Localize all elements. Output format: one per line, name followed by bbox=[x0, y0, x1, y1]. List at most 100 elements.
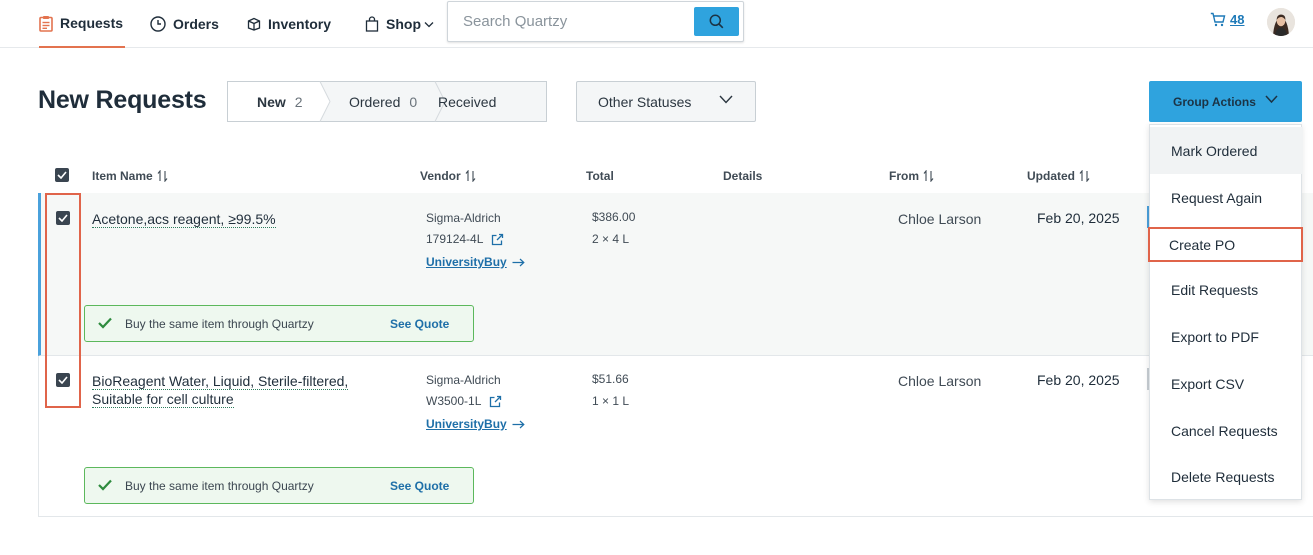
shopping-bag-icon bbox=[365, 16, 379, 32]
vendor-name: Sigma-Aldrich bbox=[426, 373, 501, 387]
page-title: New Requests bbox=[38, 86, 207, 114]
nav-inventory[interactable]: Inventory bbox=[247, 0, 331, 48]
sku-line: 179124-4L bbox=[426, 229, 504, 250]
other-statuses-label: Other Statuses bbox=[598, 93, 692, 110]
search-input[interactable] bbox=[449, 3, 689, 40]
universitybuy-link[interactable]: UniversityBuy bbox=[426, 255, 525, 269]
sku-line: W3500-1L bbox=[426, 391, 502, 412]
tab-new[interactable]: New 2 bbox=[257, 81, 303, 122]
total-price: $51.66 bbox=[592, 372, 629, 386]
avatar-image-icon bbox=[1267, 8, 1295, 36]
tab-received-label: Received bbox=[438, 93, 497, 110]
updated-header-label: Updated bbox=[1027, 169, 1075, 183]
see-quote-link[interactable]: See Quote bbox=[390, 479, 449, 493]
quartzy-offer-text: Buy the same item through Quartzy bbox=[125, 317, 314, 331]
details-header-label: Details bbox=[723, 169, 763, 183]
menu-item-cancel-requests[interactable]: Cancel Requests bbox=[1150, 407, 1303, 454]
menu-item-export-csv[interactable]: Export CSV bbox=[1150, 360, 1303, 407]
total-cell: $386.00 2 × 4 L bbox=[592, 206, 635, 250]
vendor-name: Sigma-Aldrich bbox=[426, 211, 501, 225]
updated-cell: Feb 20, 2025 bbox=[1037, 372, 1120, 388]
tab-ordered[interactable]: Ordered 0 bbox=[349, 81, 417, 122]
universitybuy-label: UniversityBuy bbox=[426, 255, 507, 269]
chevron-down-icon bbox=[424, 21, 434, 27]
arrow-right-icon bbox=[512, 420, 525, 428]
updated-cell: Feb 20, 2025 bbox=[1037, 210, 1120, 226]
check-icon bbox=[57, 171, 67, 179]
check-icon bbox=[98, 317, 112, 329]
group-actions-button[interactable]: Group Actions bbox=[1149, 81, 1302, 122]
search-button[interactable] bbox=[694, 7, 739, 36]
quartzy-offer-banner: Buy the same item through Quartzy See Qu… bbox=[84, 467, 474, 504]
universitybuy-link[interactable]: UniversityBuy bbox=[426, 417, 525, 431]
tab-ordered-count: 0 bbox=[409, 93, 418, 110]
clipboard-icon bbox=[39, 15, 53, 32]
menu-item-edit-requests[interactable]: Edit Requests bbox=[1150, 266, 1303, 313]
checkbox-highlight-frame bbox=[45, 193, 81, 408]
top-navigation: Requests Orders Inventory Shop Search Qu… bbox=[0, 0, 1313, 48]
box-icon bbox=[247, 17, 261, 31]
total-cell: $51.66 1 × 1 L bbox=[592, 368, 629, 412]
item-name-text-line2: Suitable for cell culture bbox=[92, 391, 234, 408]
clock-icon bbox=[150, 16, 166, 32]
vendor-cell: Sigma-Aldrich W3500-1L bbox=[426, 370, 502, 412]
cart-icon bbox=[1210, 12, 1226, 27]
sku-text: 179124-4L bbox=[426, 232, 484, 246]
external-link-icon[interactable] bbox=[491, 233, 504, 246]
vendor-cell: Sigma-Aldrich 179124-4L bbox=[426, 208, 504, 250]
menu-item-mark-ordered[interactable]: Mark Ordered bbox=[1150, 127, 1303, 174]
tab-new-label: New bbox=[257, 93, 286, 110]
search-icon bbox=[709, 14, 724, 29]
other-statuses-dropdown[interactable]: Other Statuses bbox=[576, 81, 756, 122]
sort-icon bbox=[923, 170, 934, 182]
menu-item-create-po[interactable]: Create PO bbox=[1148, 227, 1303, 262]
cart-button[interactable]: 48 bbox=[1210, 12, 1244, 27]
column-header-item-name[interactable]: Item Name bbox=[92, 169, 168, 183]
chevron-down-icon bbox=[1265, 95, 1278, 104]
sort-icon bbox=[1079, 170, 1090, 182]
menu-item-export-pdf[interactable]: Export to PDF bbox=[1150, 313, 1303, 360]
from-cell: Chloe Larson bbox=[898, 211, 982, 227]
nav-requests[interactable]: Requests bbox=[39, 0, 125, 48]
group-actions-label: Group Actions bbox=[1173, 94, 1256, 109]
user-avatar[interactable] bbox=[1267, 8, 1295, 36]
tab-received[interactable]: Received bbox=[438, 81, 496, 122]
column-header-updated[interactable]: Updated bbox=[1027, 169, 1090, 183]
select-all-checkbox[interactable] bbox=[55, 168, 69, 182]
nav-shop-label: Shop bbox=[386, 16, 421, 32]
total-price: $386.00 bbox=[592, 210, 636, 224]
column-header-from[interactable]: From bbox=[889, 169, 934, 183]
item-name-link[interactable]: BioReagent Water, Liquid, Sterile-filter… bbox=[92, 372, 349, 408]
see-quote-link[interactable]: See Quote bbox=[390, 317, 449, 331]
item-name-text: Acetone,acs reagent, ≥99.5% bbox=[92, 211, 276, 228]
from-cell: Chloe Larson bbox=[898, 373, 982, 389]
quartzy-offer-banner: Buy the same item through Quartzy See Qu… bbox=[84, 305, 474, 342]
quartzy-offer-text: Buy the same item through Quartzy bbox=[125, 479, 314, 493]
cart-count: 48 bbox=[1230, 12, 1245, 27]
universitybuy-label: UniversityBuy bbox=[426, 417, 507, 431]
nav-orders-label: Orders bbox=[173, 16, 219, 32]
group-actions-menu: Mark Ordered Request Again Create PO Edi… bbox=[1148, 124, 1303, 500]
external-link-icon[interactable] bbox=[489, 395, 502, 408]
vendor-header-label: Vendor bbox=[420, 169, 461, 183]
nav-shop[interactable]: Shop bbox=[365, 0, 434, 48]
column-header-vendor[interactable]: Vendor bbox=[420, 169, 476, 183]
chevron-down-icon bbox=[719, 95, 733, 104]
nav-inventory-label: Inventory bbox=[268, 16, 332, 32]
menu-item-delete-requests[interactable]: Delete Requests bbox=[1150, 453, 1303, 500]
menu-item-request-again[interactable]: Request Again bbox=[1150, 174, 1303, 221]
total-header-label: Total bbox=[586, 169, 614, 183]
nav-requests-label: Requests bbox=[60, 15, 124, 31]
nav-orders[interactable]: Orders bbox=[150, 0, 219, 48]
quantity-text: 1 × 1 L bbox=[592, 394, 630, 408]
quantity-text: 2 × 4 L bbox=[592, 232, 630, 246]
search-box bbox=[447, 1, 744, 42]
status-tabs: New 2 Ordered 0 Received bbox=[227, 81, 547, 122]
check-icon bbox=[98, 479, 112, 491]
sku-text: W3500-1L bbox=[426, 394, 482, 408]
tab-new-count: 2 bbox=[294, 93, 303, 110]
item-name-link[interactable]: Acetone,acs reagent, ≥99.5% bbox=[92, 210, 276, 228]
arrow-right-icon bbox=[512, 258, 525, 266]
item-name-text: BioReagent Water, Liquid, Sterile-filter… bbox=[92, 373, 349, 390]
from-header-label: From bbox=[889, 169, 919, 183]
